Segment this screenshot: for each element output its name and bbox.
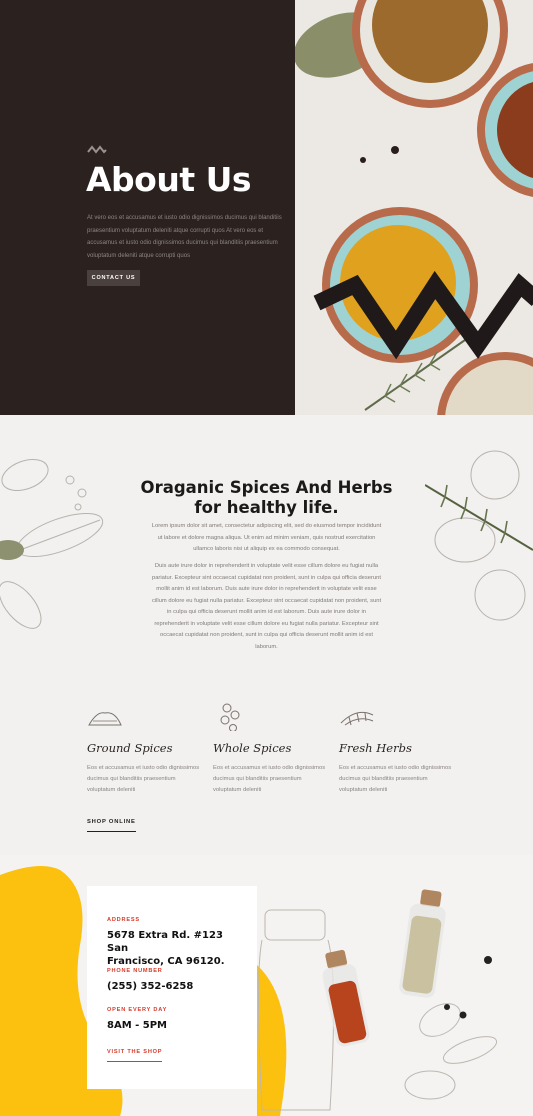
intro-title-line1: Oraganic Spices And Herbs xyxy=(140,478,393,497)
feature-title: Fresh Herbs xyxy=(339,741,412,755)
address-value: 5678 Extra Rd. #123 San Francisco, CA 96… xyxy=(107,929,247,968)
intro-title-line2: for healthy life. xyxy=(194,498,339,517)
spice-bowls-illustration xyxy=(295,0,533,415)
intro-paragraph-2: Duis aute irure dolor in reprehenderit i… xyxy=(151,563,382,650)
spice-bottles-illustration xyxy=(0,866,498,1116)
address-line-1: 5678 Extra Rd. #123 San xyxy=(107,930,223,954)
ground-spice-icon xyxy=(88,712,122,726)
herb-icon xyxy=(340,711,374,726)
contact-us-button[interactable]: CONTACT US xyxy=(87,270,140,286)
contact-card: ADDRESS 5678 Extra Rd. #123 San Francisc… xyxy=(87,886,257,1089)
phone-value: (255) 352-6258 xyxy=(107,981,194,992)
feature-title: Ground Spices xyxy=(87,741,173,755)
feature-text: Eos et accusamus et iusto odio dignissim… xyxy=(213,765,326,793)
hero-section: About Us At vero eos et accusamus et ius… xyxy=(0,0,533,415)
zigzag-icon xyxy=(87,145,107,154)
hero-description: At vero eos et accusamus et iusto odio d… xyxy=(87,215,282,259)
address-label: ADDRESS xyxy=(107,917,140,923)
hours-label: OPEN EVERY DAY xyxy=(107,1007,168,1013)
feature-title: Whole Spices xyxy=(213,741,292,755)
spice-sketch-left xyxy=(0,458,104,629)
feature-text: Eos et accusamus et iusto odio dignissim… xyxy=(87,765,200,793)
address-line-2: Francisco, CA 96120. xyxy=(107,956,225,967)
intro-title: Oraganic Spices And Herbs for healthy li… xyxy=(140,478,393,518)
whole-spice-icon xyxy=(220,703,240,731)
intro-section: Oraganic Spices And Herbs for healthy li… xyxy=(0,415,533,855)
spice-sketch-right xyxy=(425,450,533,621)
feature-text: Eos et accusamus et iusto odio dignissim… xyxy=(339,765,452,793)
hours-value: 8AM - 5PM xyxy=(107,1020,167,1031)
hero-text-panel: About Us At vero eos et accusamus et ius… xyxy=(0,0,295,415)
visit-shop-link[interactable]: VISIT THE SHOP xyxy=(107,1049,163,1062)
spice-bowls-image xyxy=(295,0,533,415)
intro-paragraph-1: Lorem ipsum dolor sit amet, consectetur … xyxy=(151,523,382,552)
contact-section: ADDRESS 5678 Extra Rd. #123 San Francisc… xyxy=(0,855,533,1116)
page-title: About Us xyxy=(86,160,252,199)
shop-online-link[interactable]: SHOP ONLINE xyxy=(87,819,136,832)
phone-label: PHONE NUMBER xyxy=(107,968,163,974)
